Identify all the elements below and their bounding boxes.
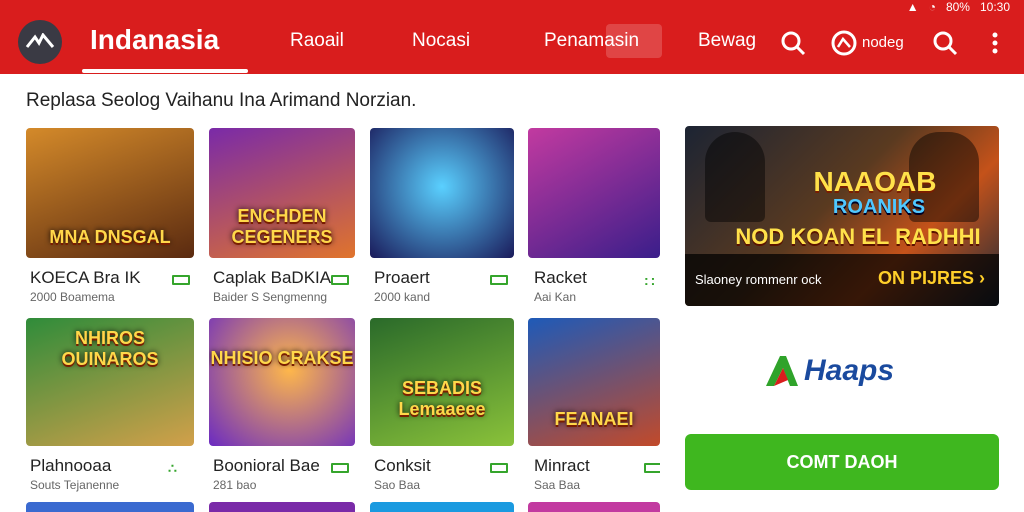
- game-thumbnail[interactable]: [370, 128, 514, 258]
- user-logo-icon[interactable]: [830, 29, 858, 57]
- game-title: Minract: [534, 456, 590, 475]
- tab-2[interactable]: Nocasi: [412, 30, 470, 52]
- section-subtitle: Replasa Seolog Vaihanu Ina Arimand Norzi…: [26, 90, 417, 111]
- search-icon[interactable]: [778, 28, 808, 58]
- thumbnail-title: SEBADIS Lemaaeee: [398, 378, 486, 419]
- brand-logo-icon: [766, 356, 798, 386]
- install-badge-icon[interactable]: [172, 275, 190, 285]
- app-bar: ▲ ◔ 80% 10:30 Indanasia Raoail Nocasi Pe…: [0, 0, 1024, 74]
- game-title: KOECA Bra IK: [30, 268, 141, 287]
- banner-footer: Slaoney rommenr ock ON PIJRES ›: [685, 254, 999, 306]
- logo-icon[interactable]: [18, 20, 62, 64]
- battery-level: 80%: [945, 0, 970, 14]
- status-time: 10:30: [979, 0, 1010, 14]
- app-title: Indanasia: [90, 24, 220, 55]
- more-dots-icon[interactable]: ::: [644, 272, 657, 288]
- thumbnail-title: ENCHDEN CEGENERS: [231, 206, 333, 247]
- thumbnail-title: MNA DNSGAL: [49, 227, 171, 247]
- game-meta: Baider S Sengmenng: [213, 290, 328, 304]
- game-title: Plahnooaa: [30, 456, 112, 475]
- game-thumbnail[interactable]: NHIROS OUINAROS: [26, 318, 194, 446]
- user-label[interactable]: nodeg: [862, 34, 904, 51]
- tab-3[interactable]: Penamasin: [544, 30, 639, 52]
- tab-1[interactable]: Raoail: [290, 30, 344, 52]
- game-meta: Saa Baa: [534, 478, 581, 492]
- install-badge-icon[interactable]: [331, 463, 349, 473]
- signal-icon: ▲: [906, 0, 919, 14]
- game-meta: Sao Baa: [374, 478, 421, 492]
- brand-logo: Haaps: [764, 354, 894, 388]
- search-icon[interactable]: [930, 28, 960, 58]
- install-badge-icon[interactable]: [331, 275, 349, 285]
- character-art: [705, 132, 765, 222]
- thumbnail-title: NHIROS OUINAROS: [61, 328, 159, 369]
- game-thumbnail[interactable]: SEBADIS Lemaaeee: [370, 318, 514, 446]
- game-title: Conksit: [374, 456, 431, 475]
- banner-headline: NOD KOAN EL RADHHI: [735, 224, 981, 249]
- install-badge-icon[interactable]: [490, 275, 508, 285]
- game-meta: 2000 Boamema: [30, 290, 115, 304]
- game-meta: Aai Kan: [534, 290, 577, 304]
- game-meta: Souts Tejanenne: [30, 478, 120, 492]
- game-thumbnail[interactable]: FEANAEI: [528, 318, 660, 446]
- game-thumbnail-partial[interactable]: [528, 502, 660, 512]
- game-thumbnail[interactable]: MNA DNSGAL: [26, 128, 194, 258]
- brand-name: Haaps: [804, 354, 895, 387]
- thumbnail-title: NHISIO CRAKSE: [210, 348, 354, 368]
- banner-cta-link[interactable]: ON PIJRES ›: [878, 268, 985, 289]
- game-thumbnail-partial[interactable]: [26, 502, 194, 512]
- banner-subtitle: ROANIKS: [832, 196, 926, 218]
- game-meta: 281 bao: [213, 478, 257, 492]
- thumbnail-title: FEANAEI: [554, 409, 634, 429]
- install-badge-icon[interactable]: [490, 463, 508, 473]
- game-title: Caplak BaDKIA: [213, 268, 332, 287]
- game-meta: 2000 kand: [374, 290, 431, 304]
- game-title: Proaert: [374, 268, 430, 287]
- more-icon[interactable]: [986, 30, 1004, 56]
- game-title: Racket: [534, 268, 587, 287]
- banner-title: NAAOAB: [813, 166, 937, 197]
- game-thumbnail[interactable]: [528, 128, 660, 258]
- banner-caption: Slaoney rommenr ock: [695, 272, 822, 287]
- install-button[interactable]: COMT DAOH: [685, 434, 999, 490]
- game-thumbnail-partial[interactable]: [209, 502, 355, 512]
- featured-banner[interactable]: NAAOAB ROANIKS NOD KOAN EL RADHHI Slaone…: [685, 126, 999, 306]
- wifi-icon: ◔: [928, 0, 936, 14]
- tab-4[interactable]: Bewag: [698, 30, 756, 52]
- active-tab-indicator: [82, 69, 248, 73]
- more-dots-icon[interactable]: ∴: [168, 460, 179, 477]
- game-thumbnail[interactable]: ENCHDEN CEGENERS: [209, 128, 355, 258]
- status-bar: ▲ ◔ 80% 10:30: [907, 0, 1010, 14]
- game-title: Boonioral Bae: [213, 456, 320, 475]
- game-thumbnail[interactable]: NHISIO CRAKSE: [209, 318, 355, 446]
- game-thumbnail-partial[interactable]: [370, 502, 514, 512]
